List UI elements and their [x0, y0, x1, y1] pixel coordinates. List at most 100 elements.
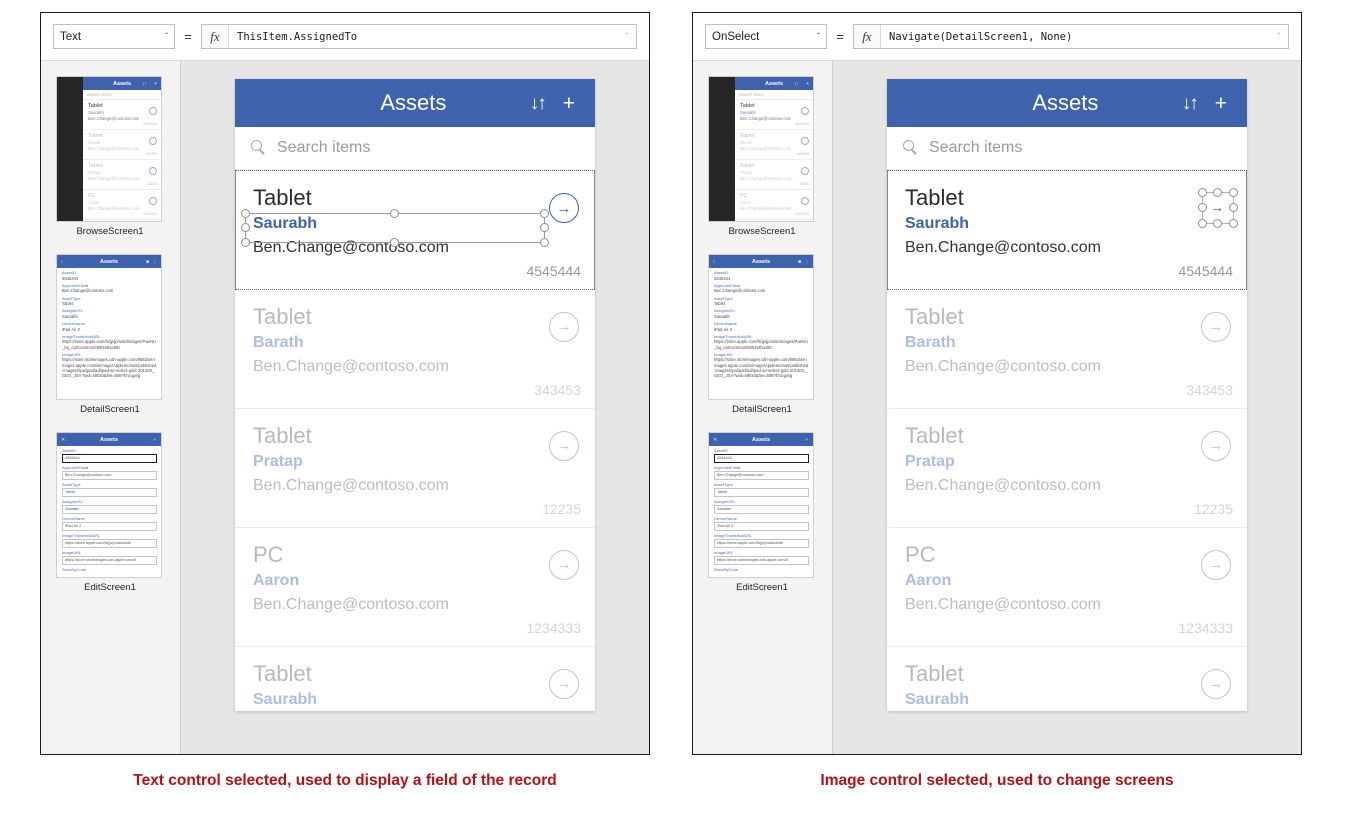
thumb-field: SecurityCode	[709, 565, 813, 572]
thumb-input[interactable]: 4545444	[62, 454, 157, 463]
thumb-row-title: PC	[88, 193, 96, 199]
plus-icon[interactable]: +	[1215, 93, 1227, 114]
thumb-dark-strip	[709, 77, 735, 221]
resize-handle-top-left[interactable]	[241, 209, 250, 218]
thumb-block-edit-right[interactable]: ••• ✕ Assets ✓ AssetID 4545444	[693, 433, 832, 593]
navigate-arrow-icon[interactable]: →	[549, 311, 579, 342]
thumb-input-value: Ben.Change@contoso.com	[65, 473, 112, 477]
thumbnail-detailscreen1-left[interactable]: ••• ‹ Assets ■ ⋮ AssetID 4545444	[57, 255, 161, 399]
thumb-block-detail-left[interactable]: ••• ‹ Assets ■ ⋮ AssetID 4545444	[41, 255, 180, 415]
app-title: Assets	[1032, 90, 1099, 115]
gallery-item[interactable]: PC Aaron Ben.Change@contoso.com 1234333 …	[887, 527, 1247, 647]
thumb-row-title: Tablet	[88, 103, 103, 109]
thumb-field-value: https://store.apple.com/fs/jp/jp/ods/im/…	[714, 339, 809, 350]
thumb-input[interactable]: Saurabh	[62, 505, 157, 514]
gallery-item[interactable]: PC Aaron Ben.Change@contoso.com 1234333 …	[235, 527, 595, 647]
thumb-block-detail-right[interactable]: ••• ‹ Assets ■ ⋮ AssetID 4545444	[693, 255, 832, 415]
resize-handle-bottom-left[interactable]	[241, 238, 250, 247]
thumb-input[interactable]: Saurabh	[714, 505, 809, 514]
thumb-input[interactable]: iPad Air 2	[62, 522, 157, 531]
thumb-input[interactable]: https://store.storeimages.cdn-apple.com/…	[62, 556, 157, 565]
sort-icon[interactable]: ↓↑	[530, 94, 547, 113]
formula-expand-icon[interactable]: ˇ	[618, 25, 636, 48]
formula-input-wrap-right[interactable]: fx Navigate(DetailScreen1, None) ˇ	[853, 24, 1289, 49]
property-dropdown-left[interactable]: Text ˇ	[53, 24, 175, 49]
navigate-arrow-icon[interactable]: →	[549, 193, 579, 223]
thumbnail-detailscreen1-right[interactable]: ••• ‹ Assets ■ ⋮ AssetID 4545444	[709, 255, 813, 399]
thumb-field: ImageURL https://store.storeimages.cdn-a…	[57, 350, 161, 379]
thumb-input-value: Ben.Change@contoso.com	[717, 473, 764, 477]
thumb-input[interactable]: https://store.apple.com/fs/jp/products/b…	[62, 539, 157, 548]
thumb-input[interactable]: https://store.apple.com/fs/jp/products/b…	[714, 539, 809, 548]
thumb-row-num: 1234333	[795, 212, 809, 216]
gallery-item[interactable]: Tablet Pratap Ben.Change@contoso.com 122…	[887, 408, 1247, 528]
thumbnail-browsescreen1-left[interactable]: ••• Assets ↓↑ + Search items Tablet	[57, 77, 161, 221]
gallery-item[interactable]: Tablet Barath Ben.Change@contoso.com 343…	[235, 289, 595, 409]
thumb-input[interactable]: Ben.Change@contoso.com	[714, 471, 809, 480]
thumb-header: Assets ↓↑ +	[735, 77, 813, 90]
thumb-row: Tablet Saurabh Ben.Change@contoso.com 45…	[83, 100, 161, 130]
formula-input-right[interactable]: Navigate(DetailScreen1, None)	[881, 25, 1270, 48]
gallery-item[interactable]: Tablet Barath Ben.Change@contoso.com 343…	[887, 289, 1247, 409]
search-bar-left[interactable]: Search items	[235, 127, 595, 170]
thumb-header-title: Assets	[764, 80, 784, 87]
thumbnail-editscreen1-right[interactable]: ••• ✕ Assets ✓ AssetID 4545444	[709, 433, 813, 577]
navigate-arrow-icon[interactable]: →	[549, 549, 579, 580]
item-assigned-to[interactable]: Saurabh	[253, 215, 595, 233]
app-canvas-right: Assets ↓↑ + Search items Tablet Saurabh	[833, 61, 1301, 754]
item-assigned-to: Barath	[253, 333, 304, 351]
formula-input-wrap-left[interactable]: fx ThisItem.AssignedTo ˇ	[201, 24, 637, 49]
sort-icon[interactable]: ↓↑	[1182, 94, 1199, 113]
navigate-arrow-icon[interactable]: →	[1201, 549, 1231, 580]
thumbnail-editscreen1-left[interactable]: ••• ✕ Assets ✓ AssetID 4545444	[57, 433, 161, 577]
property-dropdown-right[interactable]: OnSelect ˇ	[705, 24, 827, 49]
search-bar-right[interactable]: Search items	[887, 127, 1247, 170]
navigate-arrow-icon[interactable]: →	[1207, 197, 1227, 217]
item-email: Ben.Change@contoso.com	[253, 476, 449, 494]
item-email: Ben.Change@contoso.com	[253, 595, 449, 613]
thumb-block-browse-right[interactable]: ••• Assets ↓↑ + Search items Tablet	[693, 77, 832, 237]
thumb-block-edit-left[interactable]: ••• ✕ Assets ✓ AssetID 4545444	[41, 433, 180, 593]
thumb-input-value: https://store.storeimages.cdn-apple.com/…	[717, 558, 788, 562]
navigate-arrow-icon[interactable]: →	[1201, 668, 1231, 699]
thumb-input[interactable]: Tablet	[62, 488, 157, 497]
editor-panel-left: Text ˇ = fx ThisItem.AssignedTo ˇ •••	[40, 12, 650, 755]
thumb-block-browse-left[interactable]: ••• Assets ↓↑ + Search items Tablet	[41, 77, 180, 237]
plus-icon[interactable]: +	[563, 93, 575, 114]
thumb-field-label: SecurityCode	[714, 567, 739, 572]
app-header-icons: ↓↑ +	[1182, 93, 1247, 114]
thumb-field: SecurityCode	[57, 565, 161, 572]
gallery-item-selected[interactable]: Tablet Saurabh Ben.Change@contoso.com 45…	[235, 170, 595, 290]
thumbnail-browsescreen1-right[interactable]: ••• Assets ↓↑ + Search items Tablet	[709, 77, 813, 221]
navigate-arrow-icon[interactable]: →	[549, 668, 579, 699]
thumb-inner-edit: ✕ Assets ✓ AssetID 4545444 ApproverEmail…	[709, 433, 813, 577]
thumb-input[interactable]: 4545444	[714, 454, 809, 463]
formula-input-left[interactable]: ThisItem.AssignedTo	[229, 25, 618, 48]
thumb-row-assigned: Saurabh	[740, 110, 756, 115]
formula-expand-icon[interactable]: ˇ	[1270, 25, 1288, 48]
gallery-item[interactable]: Tablet Saurabh →	[235, 646, 595, 711]
thumb-input[interactable]: https://store.storeimages.cdn-apple.com/…	[714, 556, 809, 565]
thumb-row-assigned: Pratap	[740, 170, 753, 175]
thumb-field: ImageThumbNailURL	[709, 531, 813, 538]
thumb-header: ✕ Assets ✓	[709, 433, 813, 446]
thumb-field-label: ImageURL	[62, 550, 82, 555]
thumb-field: ApproverEmail Ben.Change@contoso.com	[57, 281, 161, 294]
thumb-input[interactable]: iPad Air 2	[714, 522, 809, 531]
thumb-field: AssetType	[57, 480, 161, 487]
thumb-input[interactable]: Tablet	[714, 488, 809, 497]
gallery-item[interactable]: Tablet Saurabh →	[887, 646, 1247, 711]
thumb-input[interactable]: Ben.Change@contoso.com	[62, 471, 157, 480]
gallery-item[interactable]: Tablet Pratap Ben.Change@contoso.com 122…	[235, 408, 595, 528]
thumb-field-label: ApproverEmail	[62, 282, 89, 288]
gallery-item-selected[interactable]: Tablet Saurabh Ben.Change@contoso.com 45…	[887, 170, 1247, 290]
item-title: Tablet	[253, 185, 312, 210]
image-control-selected[interactable]: →	[1198, 188, 1238, 228]
thumb-field: AssignedTo Saurabh	[57, 306, 161, 319]
navigate-arrow-icon[interactable]: →	[549, 430, 579, 461]
resize-handle-middle-left[interactable]	[241, 223, 250, 232]
navigate-arrow-icon[interactable]: →	[1201, 430, 1231, 461]
screen-rail-right: ••• Assets ↓↑ + Search items Tablet	[693, 61, 833, 754]
thumb-row-email: Ben.Change@contoso.com	[740, 206, 792, 211]
navigate-arrow-icon[interactable]: →	[1201, 311, 1231, 342]
